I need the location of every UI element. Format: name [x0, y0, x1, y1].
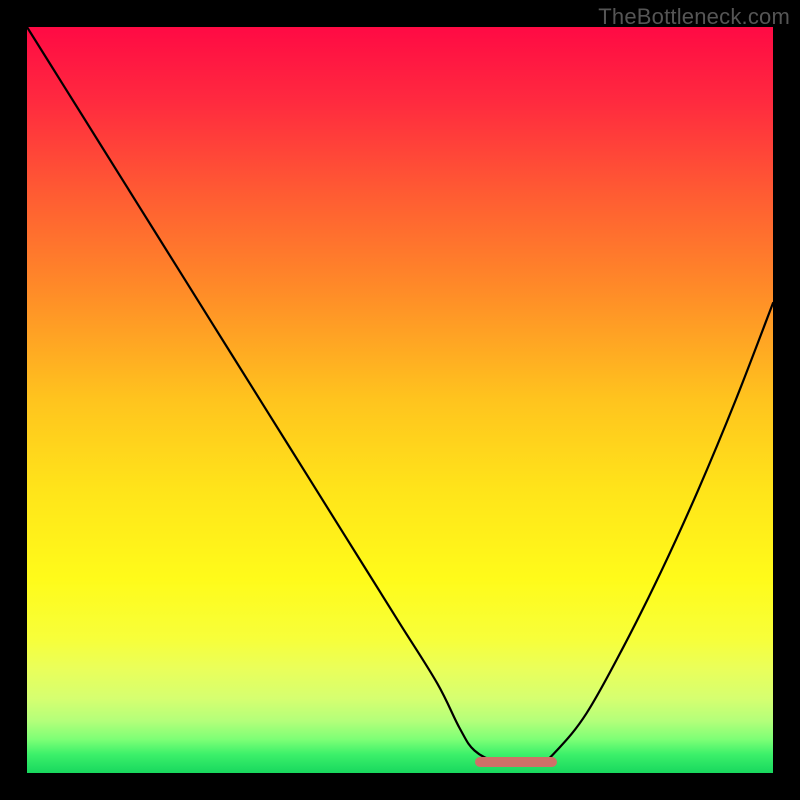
- plot-area: [27, 27, 773, 773]
- chart-stage: TheBottleneck.com: [0, 0, 800, 800]
- background-gradient: [27, 27, 773, 773]
- optimal-range-marker: [475, 757, 557, 767]
- watermark-text: TheBottleneck.com: [598, 4, 790, 30]
